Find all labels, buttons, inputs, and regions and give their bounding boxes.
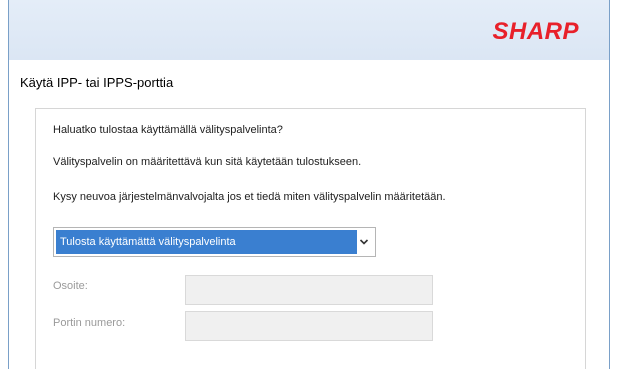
page-title: Käytä IPP- tai IPPS-porttia bbox=[20, 75, 174, 90]
installer-window: SHARP Käytä IPP- tai IPPS-porttia Haluat… bbox=[0, 0, 619, 369]
chevron-down-icon bbox=[359, 239, 369, 245]
proxy-mode-select[interactable]: Tulosta käyttämättä välityspalvelinta bbox=[53, 227, 376, 257]
proxy-info-text: Välityspalvelin on määritettävä kun sitä… bbox=[53, 156, 362, 168]
port-number-input[interactable] bbox=[185, 311, 433, 341]
proxy-question-text: Haluatko tulostaa käyttämällä välityspal… bbox=[53, 124, 283, 136]
sharp-logo: SHARP bbox=[492, 18, 579, 45]
window-right-border bbox=[609, 0, 610, 369]
address-input[interactable] bbox=[185, 275, 433, 305]
proxy-mode-selected-value: Tulosta käyttämättä välityspalvelinta bbox=[56, 230, 357, 254]
header-banner: SHARP bbox=[9, 0, 609, 60]
address-label: Osoite: bbox=[53, 280, 88, 292]
port-number-label: Portin numero: bbox=[53, 317, 126, 329]
proxy-advice-text: Kysy neuvoa järjestelmänvalvojalta jos e… bbox=[53, 191, 446, 203]
